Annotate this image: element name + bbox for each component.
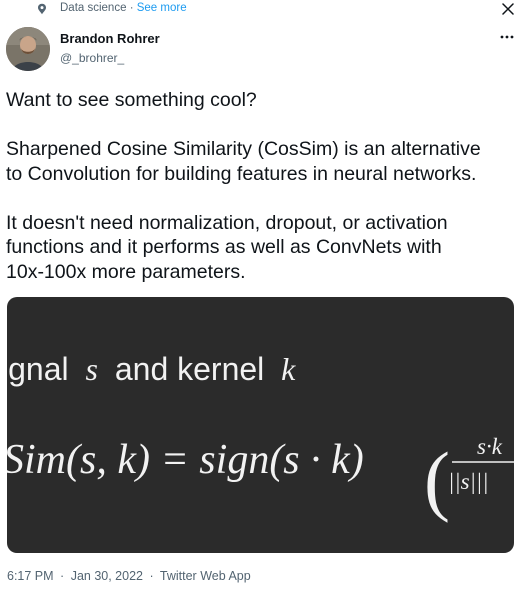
tweet-time[interactable]: 6:17 PM xyxy=(7,569,54,583)
tweet-meta: 6:17 PM · Jan 30, 2022 · Twitter Web App xyxy=(7,569,251,583)
media-frac-den: ||s||| xyxy=(448,469,489,494)
author-name[interactable]: Brandon Rohrer xyxy=(60,31,160,46)
see-more-link[interactable]: See more xyxy=(137,2,187,14)
media-line1-mid: and kernel xyxy=(115,351,264,387)
tweet-source: Twitter Web App xyxy=(159,569,251,583)
media-line1-prefix: ignal xyxy=(7,351,69,387)
tweet-paragraph: It doesn't need normalization, dropout, … xyxy=(6,211,448,283)
tweet-paragraph: Sharpened Cosine Similarity (CosSim) is … xyxy=(6,138,481,185)
topic-separator: · xyxy=(129,2,134,14)
tweet-text: Want to see something cool? Sharpened Co… xyxy=(6,88,521,309)
media-paren: ( xyxy=(424,436,450,523)
close-icon[interactable] xyxy=(500,1,516,17)
meta-separator: · xyxy=(60,569,65,583)
avatar[interactable] xyxy=(6,27,50,71)
tweet-image[interactable]: ignal s and kernel k Sim(s, k) = sign(s … xyxy=(7,297,514,553)
tweet-date[interactable]: Jan 30, 2022 xyxy=(71,569,143,583)
media-var-k: k xyxy=(281,351,296,387)
author-handle[interactable]: @_brohrer_ xyxy=(60,51,124,65)
media-formula: Sim(s, k) = sign(s · k) xyxy=(7,437,364,483)
tweet-paragraph: Want to see something cool? xyxy=(6,89,257,111)
topic-pin-icon xyxy=(38,3,46,15)
media-var-s: s xyxy=(86,351,98,387)
meta-separator: · xyxy=(149,569,154,583)
media-frac-num: s·k xyxy=(477,434,503,459)
topic-header: Data science · See more xyxy=(60,2,187,14)
topic-label: Data science xyxy=(60,2,127,14)
more-dots-icon[interactable] xyxy=(500,34,514,40)
svg-text:ignal s and kernel: ignal s and kernel k xyxy=(7,351,296,387)
